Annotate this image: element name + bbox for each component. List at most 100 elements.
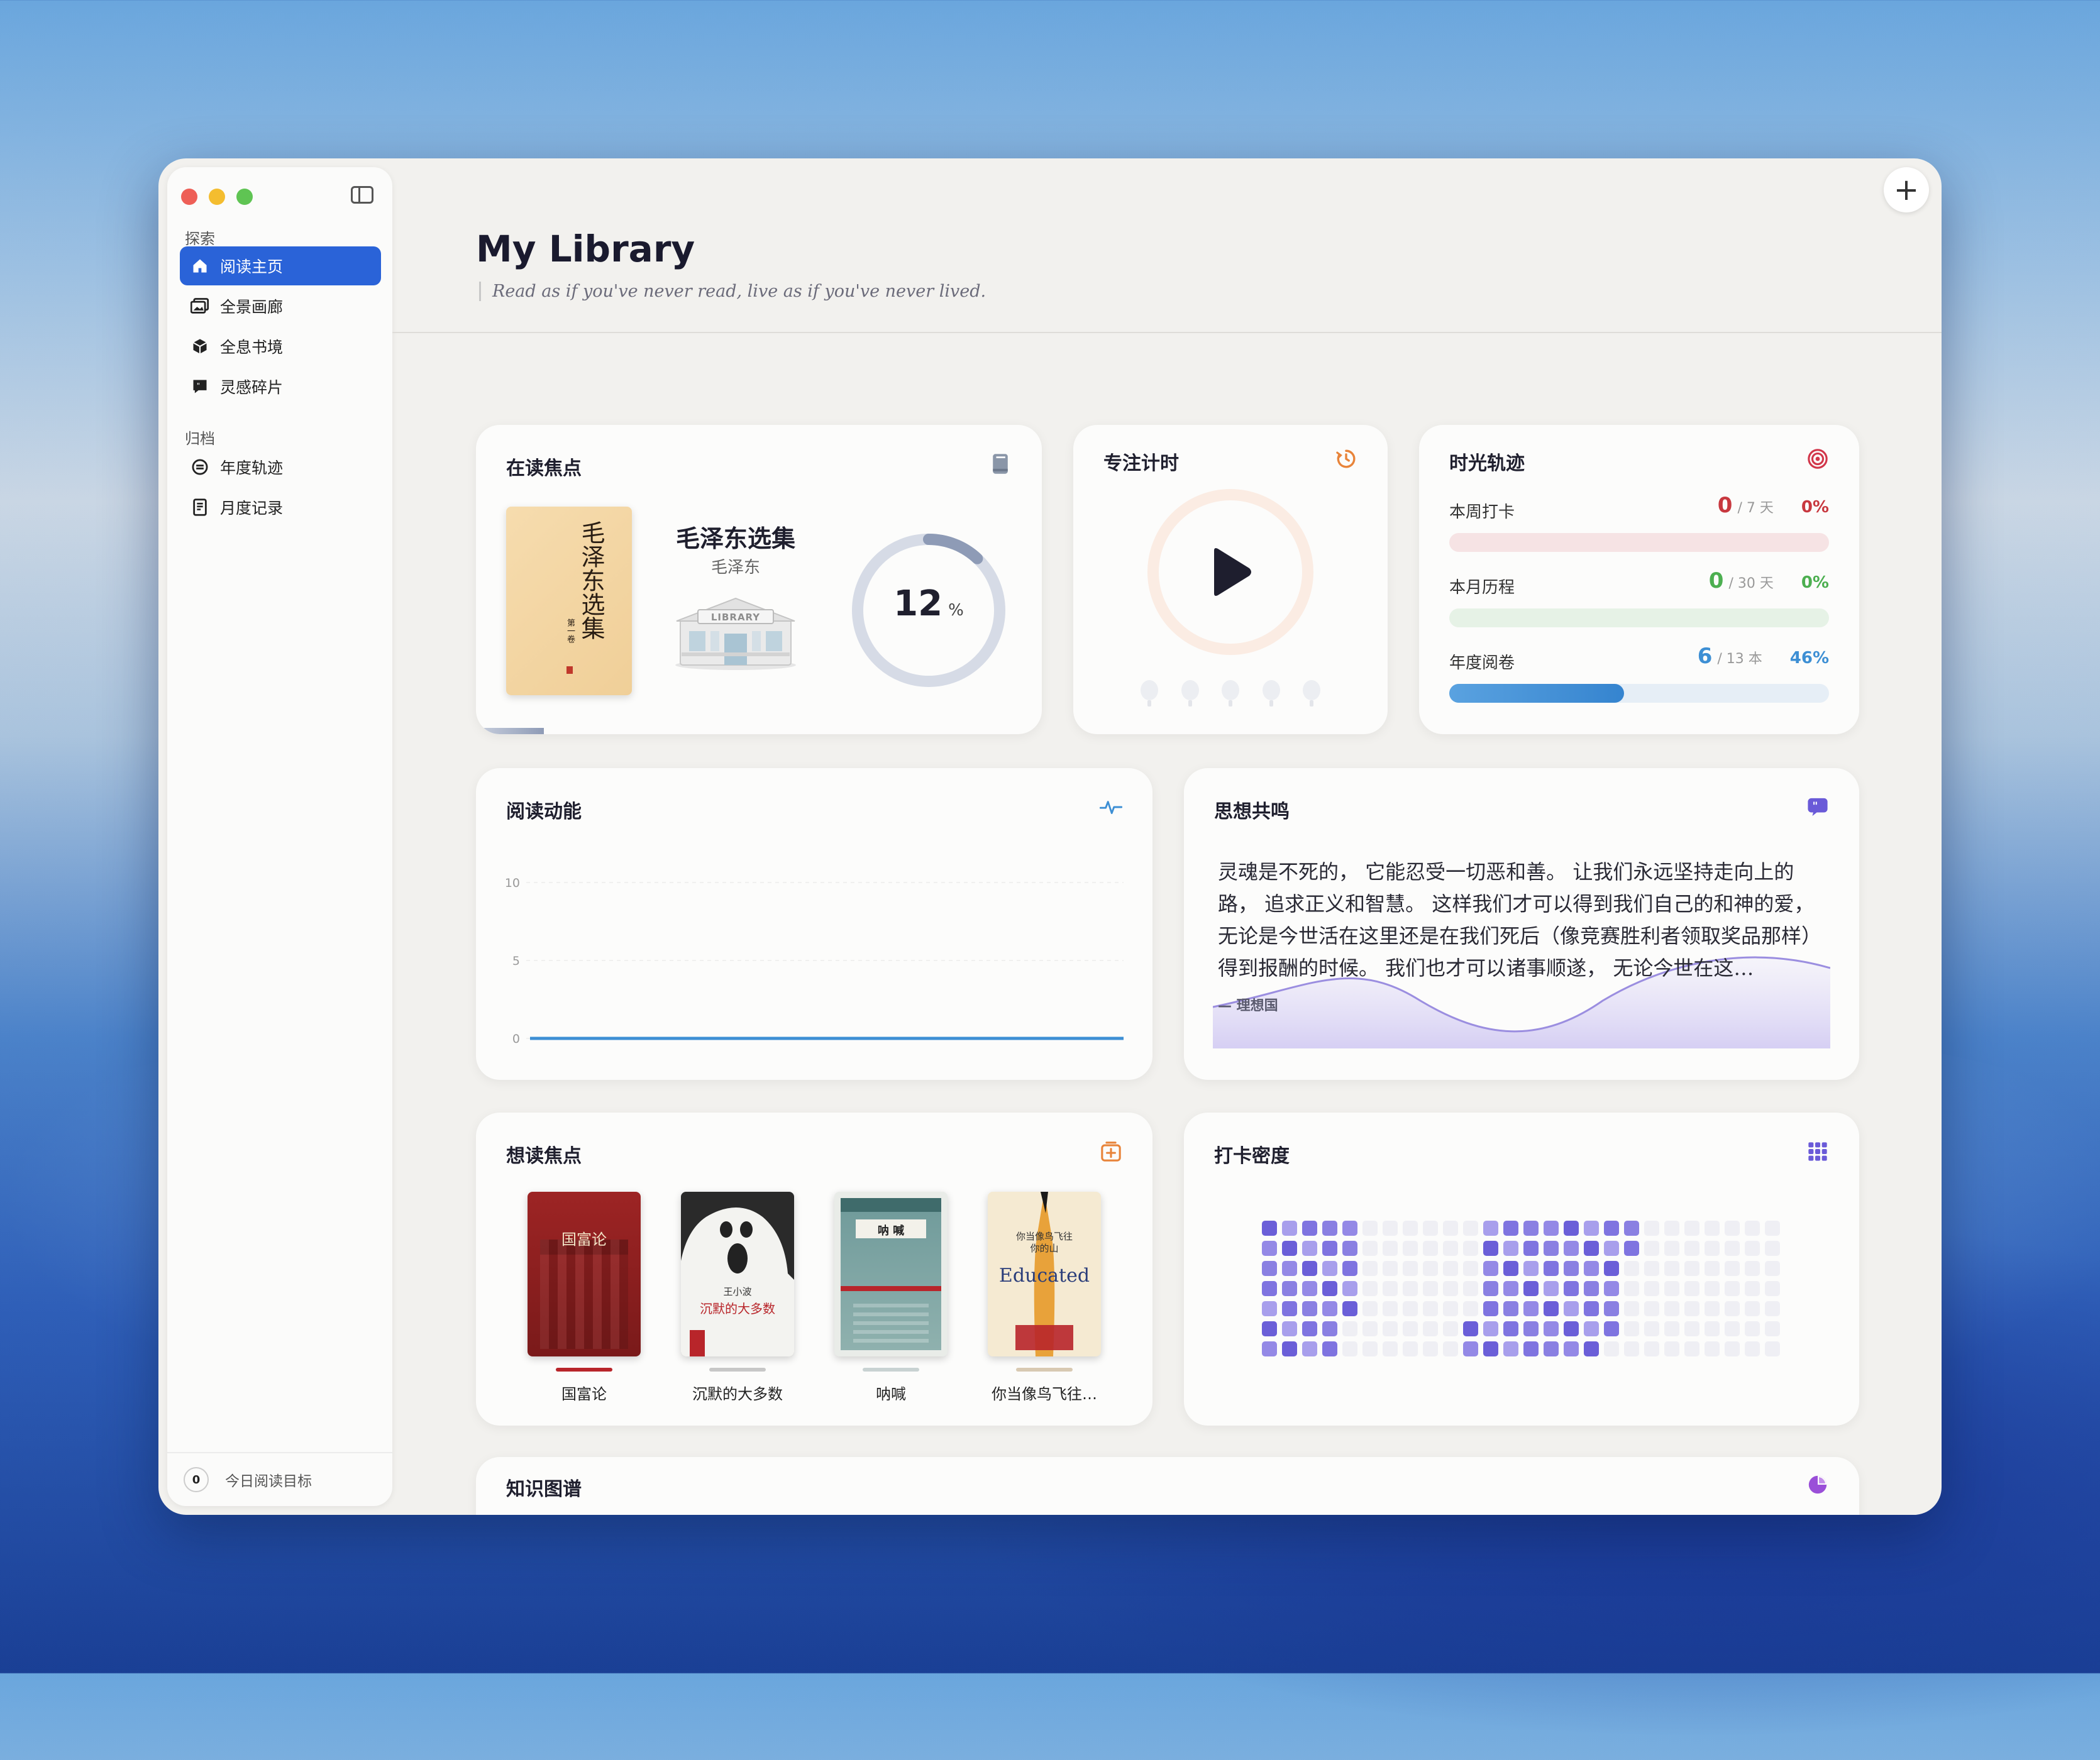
sidebar-item-label: 阅读主页 [220, 255, 283, 277]
heatmap-cell [1564, 1221, 1579, 1236]
quote-source: — 理想国 [1218, 994, 1278, 1015]
wishlist-book[interactable]: 你当像鸟飞往你的山 Educated 你当像鸟飞往… [988, 1192, 1101, 1404]
heatmap-cell [1705, 1241, 1720, 1256]
card-title: 时光轨迹 [1449, 448, 1525, 475]
sidebar-item-home[interactable]: 阅读主页 [180, 246, 381, 285]
heatmap-cell [1765, 1221, 1780, 1236]
sidebar-item-label: 月度记录 [220, 496, 283, 519]
heatmap-cell [1564, 1321, 1579, 1336]
heatmap-cell [1483, 1301, 1498, 1316]
heatmap-cell [1302, 1321, 1317, 1336]
heatmap-cell [1544, 1341, 1559, 1356]
zoom-window-button[interactable] [236, 189, 253, 205]
heatmap-cell [1523, 1281, 1539, 1296]
heatmap-cell [1604, 1341, 1619, 1356]
heatmap-cell [1624, 1241, 1639, 1256]
library-illustration: LIBRARY [673, 582, 799, 670]
heatmap-cell [1463, 1261, 1478, 1276]
heatmap-cell [1725, 1341, 1740, 1356]
daily-goal-footer[interactable]: 0 今日阅读目标 [167, 1452, 392, 1506]
heatmap-cell [1322, 1301, 1337, 1316]
play-button[interactable] [1161, 503, 1300, 641]
heatmap-cell [1503, 1261, 1518, 1276]
heatmap-cell [1684, 1281, 1699, 1296]
sidebar-item-inspiration[interactable]: " 灵感碎片 [180, 367, 381, 406]
heatmap-cell [1503, 1341, 1518, 1356]
y-tick-label: 0 [512, 1032, 520, 1046]
heatmap-cell [1765, 1281, 1780, 1296]
heatmap-cell [1745, 1281, 1760, 1296]
resonance-card[interactable]: 思想共鸣 " 灵魂是不死的， 它能忍受一切恶和善。 让我们永远坚持走向上的路， … [1184, 768, 1859, 1080]
heatmap-cell [1584, 1241, 1599, 1256]
heatmap-cell [1383, 1341, 1398, 1356]
heatmap-cell [1342, 1341, 1357, 1356]
week-checkin-label: 本周打卡 [1449, 499, 1515, 522]
heatmap-cell [1302, 1261, 1317, 1276]
sidebar-item-monthly[interactable]: 月度记录 [180, 488, 381, 527]
sidebar-item-holo[interactable]: 全息书境 [180, 327, 381, 366]
wishlist-book[interactable]: 呐 喊 呐喊 [834, 1192, 948, 1404]
heatmap-cell [1282, 1281, 1297, 1296]
heatmap-cell [1664, 1221, 1679, 1236]
minimize-window-button[interactable] [209, 189, 225, 205]
sidebar-item-label: 灵感碎片 [220, 375, 283, 398]
sidebar-item-label: 年度轨迹 [220, 456, 283, 478]
heatmap-cell [1765, 1321, 1780, 1336]
heatmap-cell [1544, 1321, 1559, 1336]
heatmap-cell [1342, 1301, 1357, 1316]
heatmap-cell [1523, 1261, 1539, 1276]
heatmap-cell [1403, 1341, 1418, 1356]
current-reading-card[interactable]: 在读焦点 毛泽东选集 第一卷 毛泽东选集 毛泽东 LIBRARY [476, 425, 1042, 734]
add-button[interactable]: + [1884, 167, 1929, 212]
heatmap-cell [1725, 1301, 1740, 1316]
target-icon [1806, 448, 1829, 470]
heatmap-cell [1705, 1321, 1720, 1336]
focus-timer-card[interactable]: 专注计时 [1073, 425, 1388, 734]
svg-text:": " [1813, 800, 1818, 813]
checkin-density-card[interactable]: 打卡密度 [1184, 1113, 1859, 1426]
progress-value: 12 [893, 583, 942, 624]
sidebar-item-annual[interactable]: 年度轨迹 [180, 448, 381, 487]
add-book-icon[interactable] [1100, 1140, 1122, 1163]
heatmap-cell [1483, 1341, 1498, 1356]
wishlist-book[interactable]: 国富论 国富论 [528, 1192, 641, 1404]
heatmap-cell [1322, 1261, 1337, 1276]
reading-activity-card[interactable]: 阅读动能 1050 [476, 768, 1152, 1080]
quote-icon: " [1806, 796, 1829, 818]
sidebar-item-gallery[interactable]: 全景画廊 [180, 287, 381, 326]
library-sign: LIBRARY [698, 612, 773, 623]
heatmap-cell [1584, 1281, 1599, 1296]
heatmap-cell [1523, 1221, 1539, 1236]
daily-goal-label: 今日阅读目标 [225, 1469, 312, 1490]
heatmap-cell [1362, 1321, 1378, 1336]
wishlist-card[interactable]: 想读焦点 国富论 国富论 王小波 沉默的大多数 [476, 1113, 1152, 1426]
wishlist-book[interactable]: 王小波 沉默的大多数 沉默的大多数 [681, 1192, 794, 1404]
heatmap-cell [1322, 1241, 1337, 1256]
cover-title: 呐 喊 [856, 1222, 926, 1238]
heatmap-cell [1664, 1321, 1679, 1336]
year-reading-label: 年度阅卷 [1449, 650, 1515, 673]
heatmap-cell [1544, 1261, 1559, 1276]
heatmap-cell [1684, 1301, 1699, 1316]
heatmap-cell [1544, 1221, 1559, 1236]
time-track-card[interactable]: 时光轨迹 本周打卡 0 / 7 天 0% 本月历程 0 / 30 天 0% 年度… [1419, 425, 1859, 734]
heatmap-cell [1705, 1301, 1720, 1316]
sidebar-toggle-icon[interactable] [351, 186, 373, 204]
heatmap-cell [1664, 1341, 1679, 1356]
year-reading-value: 6 / 13 本 46% [1698, 644, 1829, 669]
heatmap-cell [1262, 1241, 1277, 1256]
week-checkin-bar [1449, 533, 1829, 552]
heatmap-cell [1523, 1301, 1539, 1316]
heatmap-cell [1664, 1301, 1679, 1316]
knowledge-graph-card[interactable]: 知识图谱 [476, 1457, 1859, 1515]
heatmap-cell [1322, 1321, 1337, 1336]
cover-title: 沉默的大多数 [681, 1299, 794, 1317]
book-name: 呐喊 [834, 1382, 948, 1404]
book-underline [709, 1368, 766, 1372]
heatmap-cell [1503, 1321, 1518, 1336]
close-window-button[interactable] [181, 189, 197, 205]
heatmap-cell [1705, 1281, 1720, 1296]
book-cover[interactable]: 毛泽东选集 第一卷 [506, 507, 632, 695]
heatmap-cell [1564, 1281, 1579, 1296]
heatmap-cell [1483, 1221, 1498, 1236]
